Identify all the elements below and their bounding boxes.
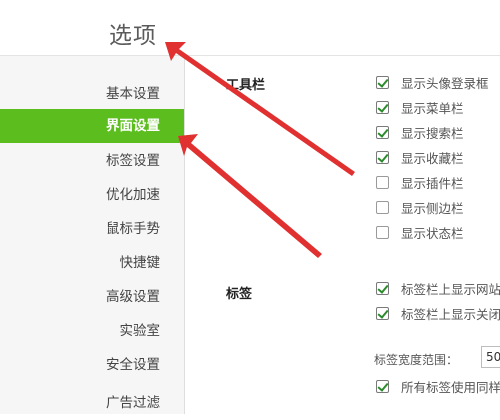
checkbox[interactable] <box>376 100 389 114</box>
sidebar-item-tab-settings[interactable]: 标签设置 <box>0 144 184 178</box>
option-label: 显示侧边栏 <box>401 200 464 216</box>
checkbox[interactable] <box>376 125 389 139</box>
arrow-to-page-title <box>165 42 355 176</box>
toolbar-section-title: 工具栏 <box>226 78 266 93</box>
checkbox[interactable] <box>376 200 389 214</box>
option-label: 显示搜索栏 <box>401 125 464 141</box>
tab-width-input[interactable] <box>481 346 500 368</box>
option-tab-show-website[interactable]: 标签栏上显示网站 <box>376 279 500 297</box>
option-all-tabs-same-width[interactable]: 所有标签使用同样 <box>376 377 500 395</box>
option-label: 显示菜单栏 <box>401 100 464 116</box>
option-label: 显示头像登录框 <box>401 75 489 91</box>
sidebar-item-mouse-gestures[interactable]: 鼠标手势 <box>0 212 184 246</box>
sidebar-item-shortcuts[interactable]: 快捷键 <box>0 246 184 280</box>
checkbox[interactable] <box>376 175 389 189</box>
checkbox[interactable] <box>376 150 389 164</box>
checkbox[interactable] <box>376 306 389 320</box>
checkbox[interactable] <box>376 75 389 89</box>
option-show-menu-bar[interactable]: 显示菜单栏 <box>376 98 464 116</box>
option-show-status-bar[interactable]: 显示状态栏 <box>376 223 464 241</box>
option-show-avatar-login[interactable]: 显示头像登录框 <box>376 73 489 91</box>
checkbox[interactable] <box>376 281 389 295</box>
option-label: 标签栏上显示关闭 <box>401 306 500 322</box>
tabs-section-title: 标签 <box>226 287 253 302</box>
sidebar-item-security-settings[interactable]: 安全设置 <box>0 348 184 382</box>
sidebar-item-optimize-speed[interactable]: 优化加速 <box>0 178 184 212</box>
option-show-search-bar[interactable]: 显示搜索栏 <box>376 123 464 141</box>
option-show-plugin-bar[interactable]: 显示插件栏 <box>376 173 464 191</box>
option-label: 显示状态栏 <box>401 225 464 241</box>
option-tab-show-close[interactable]: 标签栏上显示关闭 <box>376 304 500 322</box>
sidebar-item-advanced-settings[interactable]: 高级设置 <box>0 280 184 314</box>
checkbox[interactable] <box>376 379 389 393</box>
options-sidebar: 基本设置 界面设置 标签设置 优化加速 鼠标手势 快捷键 高级设置 实验室 安全… <box>0 56 185 414</box>
option-show-sidebar[interactable]: 显示侧边栏 <box>376 198 464 216</box>
options-window: 选项 基本设置 界面设置 标签设置 优化加速 鼠标手势 快捷键 高级设置 实验室… <box>0 0 500 414</box>
option-label: 标签栏上显示网站 <box>401 281 500 297</box>
sidebar-item-labs[interactable]: 实验室 <box>0 314 184 348</box>
page-title: 选项 <box>109 23 157 49</box>
option-label: 所有标签使用同样 <box>401 379 500 395</box>
sidebar-item-basic-settings[interactable]: 基本设置 <box>0 77 184 111</box>
option-show-favorites-bar[interactable]: 显示收藏栏 <box>376 148 464 166</box>
arrow-to-interface-settings <box>178 134 322 258</box>
checkbox[interactable] <box>376 225 389 239</box>
option-label: 显示收藏栏 <box>401 150 464 166</box>
sidebar-item-interface-settings[interactable]: 界面设置 <box>0 109 184 143</box>
sidebar-item-ad-filter[interactable]: 广告过滤 <box>0 386 184 420</box>
option-label: 显示插件栏 <box>401 175 464 191</box>
tab-width-range-label: 标签宽度范围： <box>374 353 459 367</box>
